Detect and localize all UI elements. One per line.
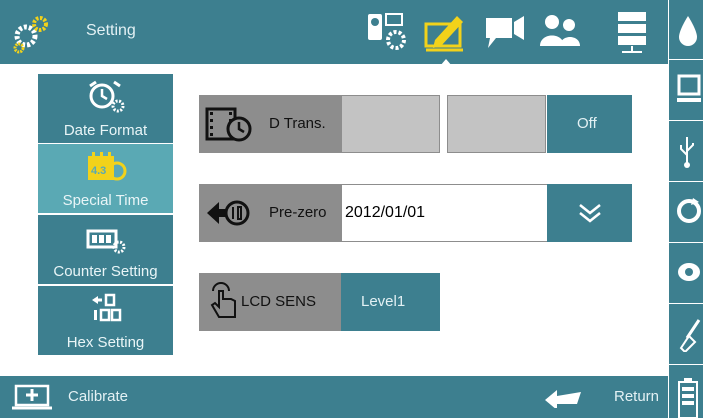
top-bar: Setting bbox=[0, 0, 668, 66]
sidebar-item-special-time[interactable]: 4.3 Special Time bbox=[38, 144, 173, 213]
d-trans-label: D Trans. bbox=[199, 95, 342, 153]
calendar-date-text: 4.3 bbox=[91, 165, 106, 177]
lcd-sens-text: LCD SENS bbox=[241, 293, 317, 310]
return-label[interactable]: Return bbox=[614, 388, 659, 405]
sidebar-item-hex-setting[interactable]: Hex Setting bbox=[38, 286, 173, 355]
refresh-icon bbox=[677, 198, 701, 223]
page-title: Setting bbox=[86, 22, 136, 39]
calibrate-label[interactable]: Calibrate bbox=[68, 388, 128, 405]
hex-icon bbox=[91, 293, 121, 322]
counter-gear-icon bbox=[86, 229, 125, 254]
d-trans-field-1[interactable] bbox=[341, 95, 440, 153]
camera-settings-icon[interactable] bbox=[366, 10, 412, 56]
d-trans-field-2[interactable] bbox=[447, 95, 546, 153]
return-arrow-icon[interactable] bbox=[543, 388, 583, 408]
broom-icon bbox=[679, 319, 701, 352]
rail-broom[interactable] bbox=[669, 305, 703, 365]
reset-icon bbox=[207, 200, 250, 226]
sidebar-item-label: Date Format bbox=[63, 122, 148, 139]
gears-icon bbox=[13, 16, 48, 54]
rail-eye[interactable] bbox=[669, 244, 703, 304]
touch-hand-icon bbox=[210, 282, 236, 318]
rail-laptop[interactable] bbox=[669, 61, 703, 121]
lcd-sens-level-label: Level1 bbox=[361, 293, 406, 310]
users-icon[interactable] bbox=[538, 10, 584, 56]
camera-icon[interactable] bbox=[482, 10, 528, 56]
film-clock-icon bbox=[205, 107, 252, 142]
pre-zero-label: Pre-zero bbox=[199, 184, 342, 242]
edit-settings-icon[interactable] bbox=[423, 10, 469, 66]
calibrate-icon[interactable] bbox=[12, 384, 52, 410]
sidebar-item-date-format[interactable]: Date Format bbox=[38, 74, 173, 143]
bottom-bar: Calibrate Return bbox=[0, 376, 668, 418]
rail-usb[interactable] bbox=[669, 122, 703, 182]
d-trans-text: D Trans. bbox=[269, 115, 326, 132]
d-trans-off-label: Off bbox=[577, 115, 597, 132]
droplet-icon bbox=[679, 16, 697, 46]
pre-zero-date-input[interactable]: 2012/01/01 bbox=[341, 184, 548, 242]
double-chevron-down-icon bbox=[579, 204, 601, 223]
sidebar-item-label: Counter Setting bbox=[53, 263, 158, 280]
sidebar-item-label: Special Time bbox=[62, 192, 149, 209]
lcd-sens-level-button[interactable]: Level1 bbox=[341, 273, 440, 331]
eye-icon bbox=[678, 263, 700, 281]
battery-icon bbox=[678, 378, 698, 418]
usb-icon bbox=[680, 137, 694, 168]
rail-droplet[interactable] bbox=[669, 0, 703, 60]
rail-refresh[interactable] bbox=[669, 183, 703, 243]
sidebar-item-counter-setting[interactable]: Counter Setting bbox=[38, 215, 173, 284]
rail-battery[interactable] bbox=[669, 366, 703, 418]
lcd-sens-label: LCD SENS bbox=[199, 273, 342, 331]
d-trans-off-button[interactable]: Off bbox=[547, 95, 632, 153]
laptop-icon bbox=[677, 74, 701, 102]
right-rail bbox=[668, 0, 703, 418]
alarm-clock-gear-icon bbox=[88, 80, 124, 113]
pre-zero-text: Pre-zero bbox=[269, 204, 327, 221]
calendar-clock-icon: 4.3 bbox=[87, 152, 126, 181]
pre-zero-date-value: 2012/01/01 bbox=[345, 204, 426, 221]
sidebar-item-label: Hex Setting bbox=[66, 334, 145, 351]
server-icon[interactable] bbox=[614, 10, 660, 56]
pre-zero-dropdown-button[interactable] bbox=[547, 184, 632, 242]
